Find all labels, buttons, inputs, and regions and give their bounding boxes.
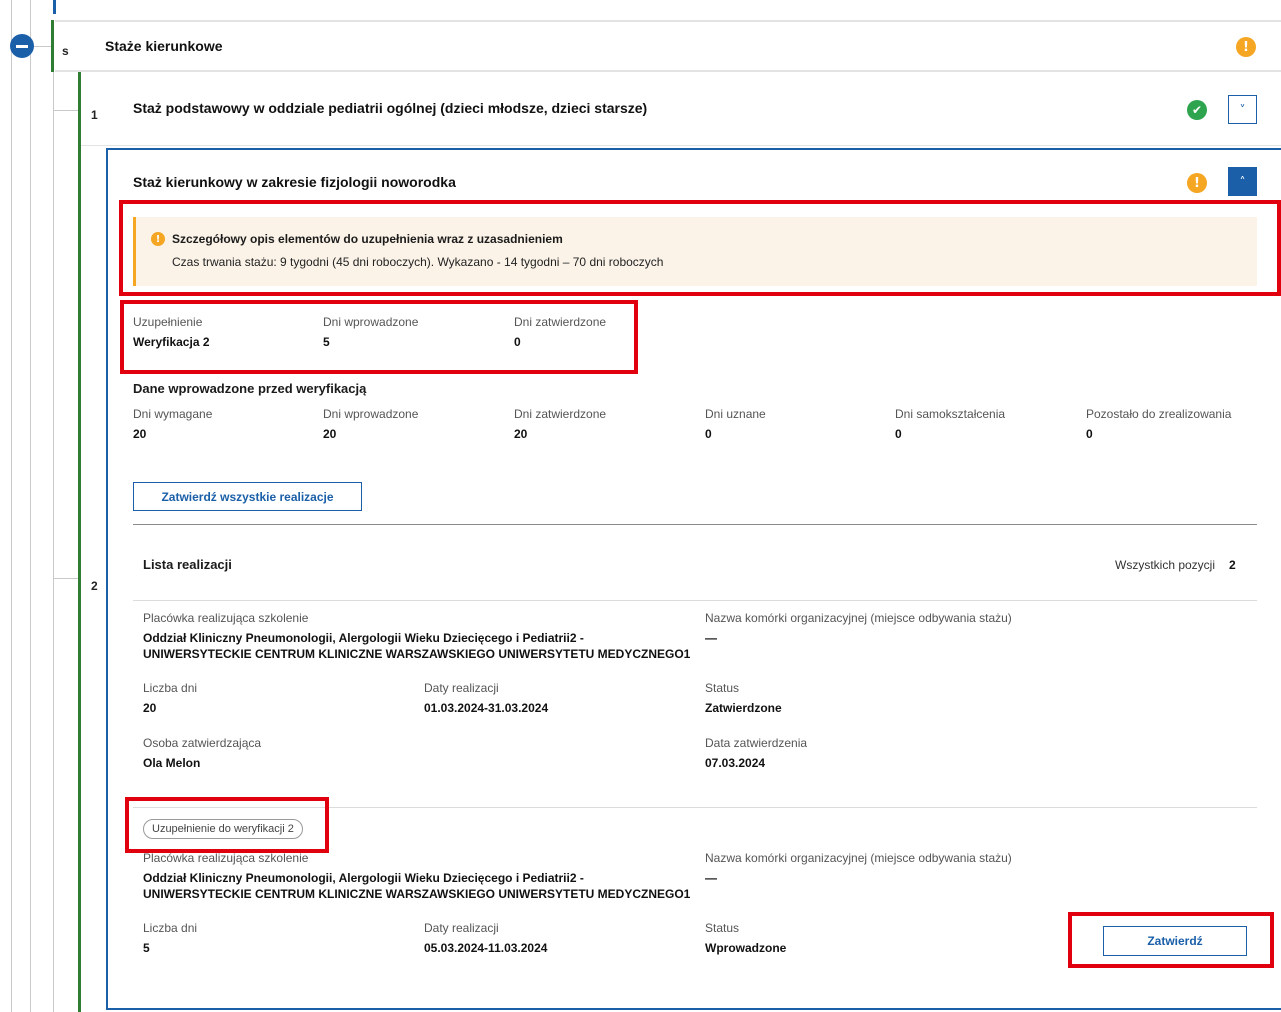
facility-name-line2: UNIWERSYTECKIE CENTRUM KLINICZNE WARSZAW… [143, 647, 691, 661]
supplement-days-approved: 0 [514, 335, 521, 349]
approval-date-label: Data zatwierdzenia [705, 736, 808, 750]
item1-number: 1 [91, 108, 98, 122]
expand-item1-button[interactable]: ˅ [1228, 95, 1257, 124]
unit-value: — [705, 871, 717, 885]
field-value: 0 [895, 427, 902, 441]
field-value: 20 [323, 427, 337, 441]
divider [133, 524, 1257, 525]
tree-line-inner [30, 0, 31, 1012]
field-label: Dni wprowadzone [323, 407, 419, 421]
list-heading: Lista realizacji [143, 557, 232, 572]
alert-title: Szczegółowy opis elementów do uzupełnien… [172, 232, 563, 246]
days-label: Liczba dni [143, 681, 198, 695]
approve-all-button[interactable]: Zatwierdź wszystkie realizacje [133, 482, 362, 511]
approval-date-value: 07.03.2024 [705, 756, 766, 770]
days-value: 20 [143, 701, 157, 715]
facility-label: Placówka realizująca szkolenie [143, 851, 309, 865]
supplement-days-entered: 5 [323, 335, 330, 349]
section-header-s[interactable] [55, 20, 1281, 72]
field-label: Pozostało do zrealizowania [1086, 407, 1232, 421]
field-label: Dni zatwierdzone [514, 407, 607, 421]
divider [133, 600, 1257, 601]
supplement-alert [133, 217, 1257, 286]
divider [133, 807, 1257, 808]
unit-label: Nazwa komórki organizacyjnej (miejsce od… [705, 611, 1012, 625]
dates-label: Daty realizacji [424, 681, 499, 695]
days-value: 5 [143, 941, 150, 955]
field-label: Dni wymagane [133, 407, 213, 421]
alert-warning-icon: ! [151, 232, 165, 246]
facility-name-line1: Oddział Kliniczny Pneumonologii, Alergol… [143, 631, 584, 645]
dates-value: 05.03.2024-11.03.2024 [424, 941, 548, 955]
item1-title: Staż podstawowy w oddziale pediatrii ogó… [133, 100, 648, 116]
collapse-toggle[interactable] [10, 34, 34, 58]
section-s-title: Staże kierunkowe [105, 38, 223, 54]
dates-value: 01.03.2024-31.03.2024 [424, 701, 549, 715]
facility-label: Placówka realizująca szkolenie [143, 611, 309, 625]
warning-icon: ! [1187, 173, 1207, 193]
tree-line-top-accent [53, 0, 56, 14]
item2-title: Staż kierunkowy w zakresie fizjologii no… [133, 174, 456, 190]
item2-green-bar [78, 146, 81, 1012]
tree-branch-1 [53, 110, 79, 111]
collapse-item2-button[interactable]: ˄ [1228, 167, 1257, 196]
section-s-badge: s [62, 44, 69, 58]
approver-value: Ola Melon [143, 756, 201, 770]
tree-line-outer [11, 0, 12, 1012]
field-label: Dni samokształcenia [895, 407, 1006, 421]
list-total-label: Wszystkich pozycji [1115, 558, 1216, 572]
list-total: 2 [1229, 558, 1236, 572]
pre-verification-heading: Dane wprowadzone przed weryfikacją [133, 381, 367, 396]
supplement-days-entered-label: Dni wprowadzone [323, 315, 419, 329]
days-label: Liczba dni [143, 921, 198, 935]
status-label: Status [705, 921, 740, 935]
check-icon: ✔ [1187, 100, 1207, 120]
unit-label: Nazwa komórki organizacyjnej (miejsce od… [705, 851, 1012, 865]
approve-button[interactable]: Zatwierdź [1103, 926, 1247, 956]
approver-label: Osoba zatwierdzająca [143, 736, 262, 750]
status-value: Wprowadzone [705, 941, 787, 955]
minus-circle-icon [16, 44, 28, 48]
supplement-tag: Uzupełnienie do weryfikacji 2 [143, 819, 303, 839]
status-value: Zatwierdzone [705, 701, 782, 715]
section-s-green-bar [51, 20, 54, 72]
status-label: Status [705, 681, 740, 695]
supplement-days-approved-label: Dni zatwierdzone [514, 315, 607, 329]
chevron-down-icon: ˅ [1239, 102, 1246, 117]
field-label: Dni uznane [705, 407, 766, 421]
facility-name-line1: Oddział Kliniczny Pneumonologii, Alergol… [143, 871, 584, 885]
chevron-up-icon: ˄ [1239, 174, 1246, 189]
alert-text: Czas trwania stażu: 9 tygodni (45 dni ro… [172, 255, 664, 269]
field-value: 0 [705, 427, 712, 441]
field-value: 20 [133, 427, 147, 441]
unit-value: — [705, 631, 717, 645]
supplement-value: Weryfikacja 2 [133, 335, 210, 349]
item2-number: 2 [91, 579, 98, 593]
tree-branch-2 [53, 578, 79, 579]
supplement-label: Uzupełnienie [133, 315, 203, 329]
field-value: 0 [1086, 427, 1093, 441]
tree-line-sub [53, 72, 54, 1012]
facility-name-line2: UNIWERSYTECKIE CENTRUM KLINICZNE WARSZAW… [143, 887, 691, 901]
warning-icon: ! [1236, 37, 1256, 57]
dates-label: Daty realizacji [424, 921, 499, 935]
field-value: 20 [514, 427, 528, 441]
